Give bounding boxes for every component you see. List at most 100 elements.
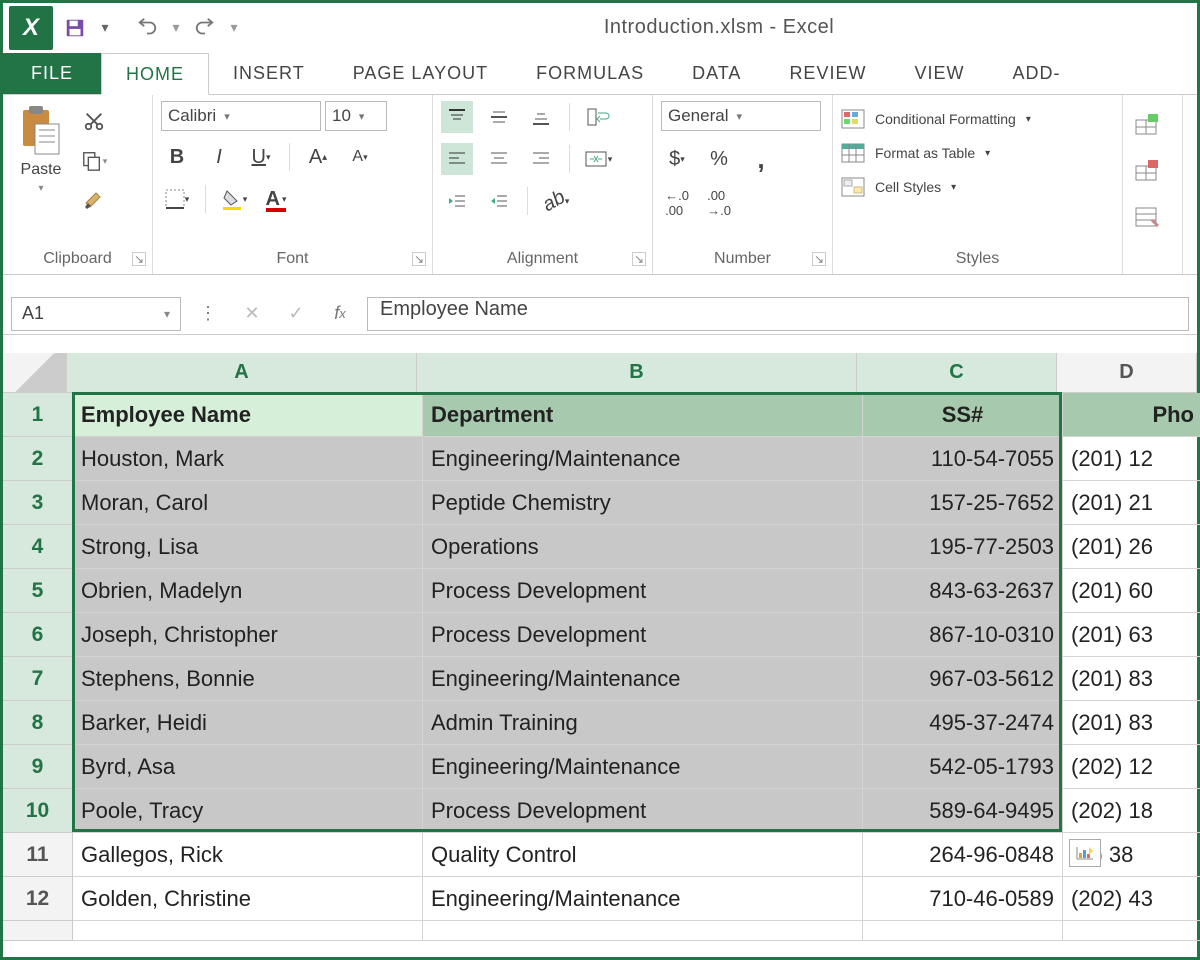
formula-input[interactable]: Employee Name — [367, 297, 1189, 331]
cancel-formula-button[interactable]: ✕ — [235, 297, 269, 331]
redo-button[interactable] — [187, 10, 223, 46]
cell[interactable]: Joseph, Christopher — [73, 613, 423, 657]
cell[interactable]: Process Development — [423, 789, 863, 833]
paste-button[interactable]: Paste ▾ — [11, 101, 71, 198]
cell[interactable]: Admin Training — [423, 701, 863, 745]
cell[interactable]: 195-77-2503 — [863, 525, 1063, 569]
row-header-8[interactable]: 8 — [3, 701, 73, 745]
undo-arrow-icon[interactable]: ▾ — [169, 10, 183, 46]
cell[interactable]: Engineering/Maintenance — [423, 657, 863, 701]
bold-button[interactable]: B — [161, 141, 193, 173]
align-center-button[interactable] — [483, 143, 515, 175]
tab-insert[interactable]: INSERT — [209, 53, 329, 94]
cell[interactable]: (201) 26 — [1063, 525, 1200, 569]
insert-cells-button[interactable] — [1131, 109, 1163, 141]
number-format-combo[interactable]: General▾ — [661, 101, 821, 131]
conditional-formatting-button[interactable]: Conditional Formatting▾ — [841, 109, 1031, 129]
font-color-button[interactable]: A▾ — [260, 183, 292, 215]
cell[interactable]: (202) 12 — [1063, 745, 1200, 789]
tab-data[interactable]: DATA — [668, 53, 765, 94]
cell[interactable]: Quality Control — [423, 833, 863, 877]
qat-customize-arrow-icon[interactable]: ▾ — [97, 10, 113, 46]
header-cell[interactable]: Department — [423, 393, 863, 437]
comma-format-button[interactable]: , — [745, 143, 777, 175]
cell[interactable]: Engineering/Maintenance — [423, 877, 863, 921]
redo-arrow-icon[interactable]: ▾ — [227, 10, 241, 46]
cell[interactable]: Golden, Christine — [73, 877, 423, 921]
header-cell[interactable]: Pho — [1063, 393, 1200, 437]
cell[interactable]: Stephens, Bonnie — [73, 657, 423, 701]
italic-button[interactable]: I — [203, 141, 235, 173]
save-button[interactable] — [57, 10, 93, 46]
increase-indent-button[interactable] — [483, 185, 515, 217]
clipboard-dialog-launcher[interactable]: ↘ — [132, 252, 146, 266]
excel-logo-icon[interactable] — [9, 6, 53, 50]
row-header-2[interactable]: 2 — [3, 437, 73, 481]
cell[interactable]: 843-63-2637 — [863, 569, 1063, 613]
cell[interactable]: (201) 63 — [1063, 613, 1200, 657]
cells-area[interactable]: Employee NameDepartmentSS#PhoHouston, Ma… — [73, 393, 1200, 941]
increase-decimal-button[interactable]: ←.0.00 — [661, 187, 693, 219]
column-header-A[interactable]: A — [67, 353, 417, 393]
cell[interactable]: 157-25-7652 — [863, 481, 1063, 525]
format-painter-button[interactable] — [79, 187, 109, 215]
cell[interactable]: Strong, Lisa — [73, 525, 423, 569]
tab-page-layout[interactable]: PAGE LAYOUT — [329, 53, 512, 94]
cell[interactable]: (202) 43 — [1063, 877, 1200, 921]
cell[interactable]: (201) 60 — [1063, 569, 1200, 613]
quick-analysis-button[interactable] — [1069, 839, 1101, 867]
increase-font-button[interactable]: A▴ — [302, 141, 334, 173]
name-box[interactable]: A1 ▾ — [11, 297, 181, 331]
number-dialog-launcher[interactable]: ↘ — [812, 252, 826, 266]
cell[interactable]: 542-05-1793 — [863, 745, 1063, 789]
cell[interactable]: Peptide Chemistry — [423, 481, 863, 525]
decrease-font-button[interactable]: A▾ — [344, 141, 376, 173]
cell[interactable]: (201) 83 — [1063, 657, 1200, 701]
font-size-combo[interactable]: 10▾ — [325, 101, 387, 131]
alignment-dialog-launcher[interactable]: ↘ — [632, 252, 646, 266]
cell[interactable]: 867-10-0310 — [863, 613, 1063, 657]
row-header-6[interactable]: 6 — [3, 613, 73, 657]
align-left-button[interactable] — [441, 143, 473, 175]
row-header-5[interactable]: 5 — [3, 569, 73, 613]
header-cell[interactable]: Employee Name — [73, 393, 423, 437]
tab-file[interactable]: FILE — [3, 53, 101, 94]
accounting-format-button[interactable]: $▾ — [661, 143, 693, 175]
row-header-9[interactable]: 9 — [3, 745, 73, 789]
row-header-1[interactable]: 1 — [3, 393, 73, 437]
font-name-combo[interactable]: Calibri▾ — [161, 101, 321, 131]
cell[interactable]: 110-54-7055 — [863, 437, 1063, 481]
format-cells-button[interactable] — [1131, 201, 1163, 233]
align-middle-button[interactable] — [483, 101, 515, 133]
cell[interactable]: (201) 21 — [1063, 481, 1200, 525]
cell[interactable]: 264-96-0848 — [863, 833, 1063, 877]
fill-color-button[interactable]: ▾ — [218, 183, 250, 215]
tab-home[interactable]: HOME — [101, 53, 209, 95]
cell[interactable]: 495-37-2474 — [863, 701, 1063, 745]
decrease-decimal-button[interactable]: .00→.0 — [703, 187, 735, 219]
tab-formulas[interactable]: FORMULAS — [512, 53, 668, 94]
copy-button[interactable]: ▾ — [79, 147, 109, 175]
cell[interactable]: Engineering/Maintenance — [423, 437, 863, 481]
align-bottom-button[interactable] — [525, 101, 557, 133]
cell[interactable]: (201) 12 — [1063, 437, 1200, 481]
cell[interactable]: 589-64-9495 — [863, 789, 1063, 833]
cell[interactable]: Poole, Tracy — [73, 789, 423, 833]
cell[interactable] — [73, 921, 423, 941]
enter-formula-button[interactable]: ✓ — [279, 297, 313, 331]
merge-center-button[interactable]: ▾ — [582, 143, 614, 175]
column-header-B[interactable]: B — [417, 353, 857, 393]
cell-styles-button[interactable]: Cell Styles▾ — [841, 177, 956, 197]
cell[interactable]: Byrd, Asa — [73, 745, 423, 789]
cell[interactable]: Operations — [423, 525, 863, 569]
cell[interactable]: 710-46-0589 — [863, 877, 1063, 921]
decrease-indent-button[interactable] — [441, 185, 473, 217]
cell[interactable]: Process Development — [423, 569, 863, 613]
cell[interactable]: (201) 83 — [1063, 701, 1200, 745]
cell[interactable]: Houston, Mark — [73, 437, 423, 481]
delete-cells-button[interactable] — [1131, 155, 1163, 187]
tab-review[interactable]: REVIEW — [765, 53, 890, 94]
tab-view[interactable]: VIEW — [890, 53, 988, 94]
borders-button[interactable]: ▾ — [161, 183, 193, 215]
cell[interactable] — [1063, 921, 1200, 941]
